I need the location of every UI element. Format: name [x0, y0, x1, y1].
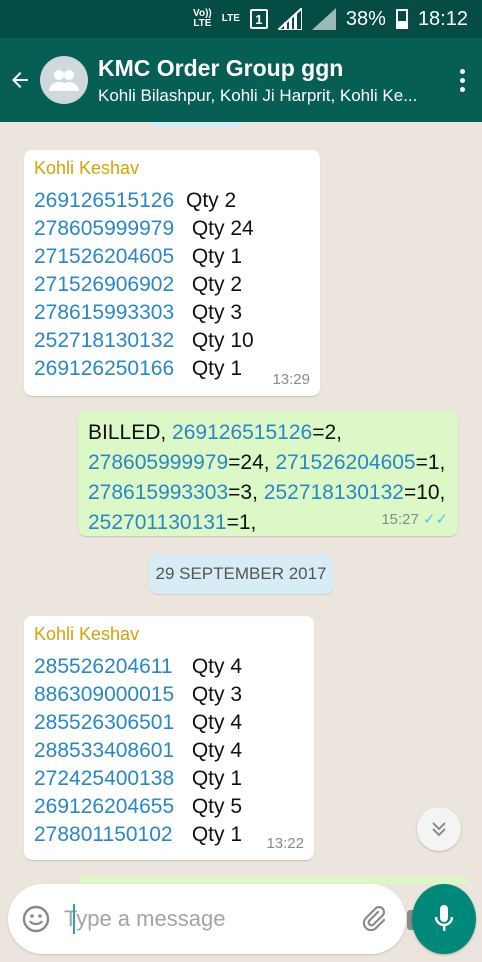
product-code-link[interactable]: 278615993303 — [88, 481, 228, 504]
product-code-link[interactable]: 278605999979 — [88, 451, 228, 474]
billed-prefix: BILLED, — [88, 421, 173, 444]
quantity: Qty 1 — [186, 357, 243, 380]
incoming-message[interactable]: Kohli Keshav 285526204611 Qty 4 88630900… — [24, 616, 314, 860]
mic-icon — [434, 905, 454, 931]
order-row: 269126204655 Qty 5 — [34, 793, 304, 821]
signal-icon-2 — [311, 8, 336, 30]
product-code-link[interactable]: 269126204655 — [34, 793, 186, 821]
message-time: 13:29 — [272, 371, 310, 388]
order-row: 272425400138 Qty 1 — [34, 765, 304, 793]
product-code-link[interactable]: 271526906902 — [34, 271, 186, 299]
group-members: Kohli Bilashpur, Kohli Ji Harprit, Kohli… — [98, 85, 418, 105]
product-code-link[interactable]: 269126515126 — [172, 421, 312, 444]
quantity: Qty 5 — [186, 795, 243, 818]
message-time: 13:22 — [266, 835, 304, 852]
message-time: 15:27 — [381, 511, 419, 528]
quantity: Qty 1 — [186, 823, 243, 846]
sender-name: Kohli Keshav — [34, 158, 140, 178]
message-input[interactable] — [64, 906, 352, 932]
order-list: 269126515126 Qty 2 278605999979 Qty 24 27… — [34, 187, 310, 383]
sender-name: Kohli Keshav — [34, 624, 140, 644]
quantity: Qty 10 — [186, 329, 254, 352]
billed-qty: =2, — [312, 421, 342, 444]
sim-indicator: 1 — [249, 9, 268, 29]
order-row: 269126250166 Qty 1 — [34, 355, 310, 383]
product-code-link[interactable]: 271526204605 — [34, 243, 186, 271]
chat-title-area[interactable]: KMC Order Group ggn Kohli Bilashpur, Koh… — [98, 55, 442, 106]
product-code-link[interactable]: 269126250166 — [34, 355, 186, 383]
attach-icon[interactable] — [360, 903, 388, 935]
order-row: 271526906902 Qty 2 — [34, 271, 310, 299]
order-row: 252718130132 Qty 10 — [34, 327, 310, 355]
battery-percent: 38% — [345, 7, 386, 30]
outgoing-message[interactable]: BILLED, 269126515126=2, 278605999979=24,… — [78, 410, 458, 536]
order-row: 886309000015 Qty 3 — [34, 681, 304, 709]
quantity: Qty 1 — [186, 245, 243, 268]
product-code-link[interactable]: 886309000015 — [34, 681, 186, 709]
order-list: 285526204611 Qty 4 886309000015 Qty 3 28… — [34, 653, 304, 849]
chat-header: KMC Order Group ggn Kohli Bilashpur, Koh… — [0, 38, 482, 122]
battery-icon — [395, 9, 408, 29]
emoji-icon[interactable] — [22, 904, 50, 934]
order-row: 278615993303 Qty 3 — [34, 299, 310, 327]
product-code-link[interactable]: 285526306501 — [34, 709, 186, 737]
quantity: Qty 2 — [186, 273, 243, 296]
status-bar: Vo)) LTE LTE 1 38% 18:12 — [0, 0, 482, 38]
lte-indicator: LTE — [221, 13, 240, 24]
product-code-link[interactable]: 252718130132 — [264, 481, 404, 504]
product-code-link[interactable]: 278615993303 — [34, 299, 186, 327]
back-arrow-icon[interactable] — [0, 38, 40, 122]
product-code-link[interactable]: 271526204605 — [275, 451, 415, 474]
incoming-message[interactable]: Kohli Keshav 269126515126 Qty 2 278605999… — [24, 150, 320, 396]
outgoing-message-partial — [80, 876, 468, 884]
chat-area: Kohli Keshav 269126515126 Qty 2 278605999… — [0, 122, 482, 884]
message-compose-bar — [8, 884, 431, 954]
billed-qty: =10, — [403, 481, 446, 504]
product-code-link[interactable]: 272425400138 — [34, 765, 186, 793]
order-row: 269126515126 Qty 2 — [34, 187, 310, 215]
quantity: Qty 24 — [186, 217, 254, 240]
billed-qty: =24, — [228, 451, 276, 474]
text-caret — [73, 904, 75, 934]
order-row: 278605999979 Qty 24 — [34, 215, 310, 243]
product-code-link[interactable]: 288533408601 — [34, 737, 186, 765]
quantity: Qty 2 — [186, 189, 237, 212]
mic-button[interactable] — [412, 884, 476, 954]
double-chevron-down-icon — [432, 822, 446, 837]
quantity: Qty 1 — [186, 767, 243, 790]
group-name: KMC Order Group ggn — [98, 54, 344, 81]
quantity: Qty 4 — [186, 711, 243, 734]
message-time-status: 15:27 ✓✓ — [381, 510, 448, 528]
clock: 18:12 — [417, 7, 468, 30]
signal-icon — [275, 5, 303, 31]
quantity: Qty 4 — [186, 739, 243, 762]
product-code-link[interactable]: 278801150102 — [34, 821, 186, 849]
billed-qty: =3, — [228, 481, 264, 504]
group-avatar[interactable] — [40, 56, 88, 104]
billed-qty: =1, — [415, 451, 446, 474]
scroll-down-button[interactable] — [417, 807, 461, 851]
order-row: 285526306501 Qty 4 — [34, 709, 304, 737]
quantity: Qty 3 — [186, 683, 243, 706]
product-code-link[interactable]: 252701130131 — [88, 511, 227, 534]
product-code-link[interactable]: 278605999979 — [34, 215, 186, 243]
product-code-link[interactable]: 285526204611 — [34, 653, 186, 681]
product-code-link[interactable]: 252718130132 — [34, 327, 186, 355]
date-divider: 29 SEPTEMBER 2017 — [149, 554, 333, 594]
order-row: 288533408601 Qty 4 — [34, 737, 304, 765]
quantity: Qty 4 — [186, 655, 243, 678]
quantity: Qty 3 — [186, 301, 243, 324]
billed-qty: =1, — [226, 511, 257, 534]
order-row: 271526204605 Qty 1 — [34, 243, 310, 271]
order-row: 285526204611 Qty 4 — [34, 653, 304, 681]
more-options-icon[interactable] — [442, 68, 482, 92]
read-receipt-icon: ✓✓ — [422, 511, 448, 528]
order-row: 278801150102 Qty 1 — [34, 821, 304, 849]
volte-indicator: Vo)) LTE — [193, 8, 212, 29]
date-divider-partial — [150, 122, 240, 128]
product-code-link[interactable]: 269126515126 — [34, 187, 186, 215]
